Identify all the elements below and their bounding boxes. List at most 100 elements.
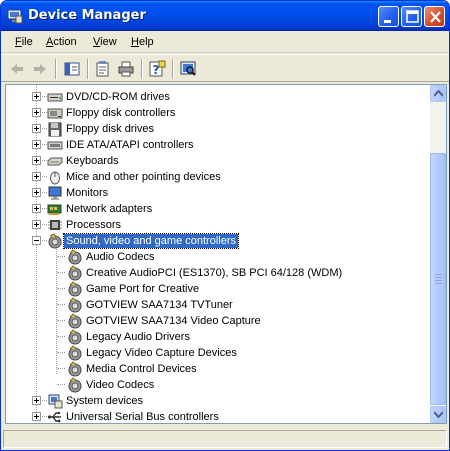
tree-device[interactable]: Legacy Video Capture Devices — [6, 345, 430, 361]
collapse-icon[interactable] — [32, 236, 41, 245]
properties-icon[interactable] — [93, 59, 113, 79]
tree-category[interactable]: Keyboards — [6, 153, 430, 169]
maximize-button[interactable] — [401, 6, 422, 27]
toolbar-separator — [87, 59, 89, 79]
expand-icon[interactable] — [32, 412, 41, 421]
tree-item-label[interactable]: Keyboards — [66, 154, 119, 168]
console-tree-icon[interactable] — [62, 59, 82, 79]
network-adapter-icon — [47, 201, 63, 217]
tree-item-label[interactable]: Processors — [66, 218, 121, 232]
expand-icon[interactable] — [32, 156, 41, 165]
tree-item-label[interactable]: Floppy disk controllers — [66, 106, 175, 120]
mouse-icon — [47, 169, 63, 185]
device-icon — [67, 345, 83, 361]
menu-action[interactable]: Action — [46, 36, 77, 48]
tree-device[interactable]: Legacy Audio Drivers — [6, 329, 430, 345]
device-icon — [67, 281, 83, 297]
floppy-drive-icon — [47, 121, 63, 137]
sound-icon — [47, 233, 63, 249]
help-icon[interactable]: ? — [147, 59, 167, 79]
expand-icon[interactable] — [32, 172, 41, 181]
tree-device[interactable]: Video Codecs — [6, 377, 430, 393]
tree-device[interactable]: GOTVIEW SAA7134 TVTuner — [6, 297, 430, 313]
tree-item-label[interactable]: GOTVIEW SAA7134 Video Capture — [86, 314, 261, 328]
tree-item-label[interactable]: Mice and other pointing devices — [66, 170, 221, 184]
tree-category[interactable]: System devices — [6, 393, 430, 409]
status-pane — [3, 430, 447, 448]
tree-item-label[interactable]: Universal Serial Bus controllers — [66, 410, 219, 423]
ide-controller-icon — [47, 137, 63, 153]
tree-category[interactable]: Floppy disk drives — [6, 121, 430, 137]
device-icon — [67, 361, 83, 377]
tree-device[interactable]: Game Port for Creative — [6, 281, 430, 297]
floppy-controller-icon — [47, 105, 63, 121]
forward-arrow-icon[interactable] — [30, 59, 50, 79]
tree-category[interactable]: Network adapters — [6, 201, 430, 217]
expand-icon[interactable] — [32, 124, 41, 133]
expand-icon[interactable] — [32, 396, 41, 405]
device-manager-app-icon[interactable] — [7, 8, 23, 24]
back-arrow-icon[interactable] — [7, 59, 27, 79]
tree-item-label[interactable]: Game Port for Creative — [86, 282, 199, 296]
tree-connector — [57, 352, 65, 353]
tree-item-label[interactable]: Monitors — [66, 186, 108, 200]
expand-icon[interactable] — [32, 220, 41, 229]
tree-item-label[interactable]: Media Control Devices — [86, 362, 197, 376]
tree-item-label[interactable]: Legacy Video Capture Devices — [86, 346, 237, 360]
print-icon[interactable] — [116, 59, 136, 79]
tree-category[interactable]: Floppy disk controllers — [6, 105, 430, 121]
expand-icon[interactable] — [32, 204, 41, 213]
menu-view[interactable]: View — [93, 36, 117, 48]
toolbar-separator — [172, 59, 174, 79]
tree-item-label[interactable]: Floppy disk drives — [66, 122, 154, 136]
toolbar: ? — [1, 54, 449, 82]
tree-category-expanded[interactable]: Sound, video and game controllers — [6, 233, 430, 249]
vertical-scrollbar[interactable] — [430, 85, 446, 423]
device-icon — [67, 329, 83, 345]
device-manager-window: Device Manager File Action View Help ? D… — [0, 0, 450, 451]
tree-category[interactable]: IDE ATA/ATAPI controllers — [6, 137, 430, 153]
scroll-thumb[interactable] — [430, 153, 446, 405]
scroll-up-button[interactable] — [430, 85, 446, 102]
tree-item-label[interactable]: System devices — [66, 394, 143, 408]
expand-icon[interactable] — [32, 92, 41, 101]
menu-help[interactable]: Help — [131, 36, 154, 48]
tree-category[interactable]: DVD/CD-ROM drives — [6, 89, 430, 105]
tree-item-label[interactable]: GOTVIEW SAA7134 TVTuner — [86, 298, 233, 312]
scan-hardware-icon[interactable] — [178, 59, 198, 79]
tree-connector — [57, 320, 65, 321]
scroll-grip — [435, 277, 442, 278]
minimize-button[interactable] — [378, 6, 399, 27]
expand-icon[interactable] — [32, 108, 41, 117]
tree-category[interactable]: Processors — [6, 217, 430, 233]
menu-file[interactable]: File — [15, 36, 33, 48]
tree-item-label[interactable]: Creative AudioPCI (ES1370), SB PCI 64/12… — [86, 266, 342, 280]
tree-connector — [57, 368, 65, 369]
menu-bar: File Action View Help — [1, 31, 449, 53]
tree-category[interactable]: Monitors — [6, 185, 430, 201]
device-icon — [67, 249, 83, 265]
scroll-down-button[interactable] — [430, 406, 446, 423]
tree-device[interactable]: Audio Codecs — [6, 249, 430, 265]
expand-icon[interactable] — [32, 140, 41, 149]
device-tree[interactable]: DVD/CD-ROM drives Floppy disk controllers… — [6, 85, 430, 423]
selected-category-label[interactable]: Sound, video and game controllers — [63, 233, 239, 249]
expand-icon[interactable] — [32, 188, 41, 197]
tree-item-label[interactable]: Network adapters — [66, 202, 152, 216]
tree-connector — [57, 304, 65, 305]
tree-device[interactable]: GOTVIEW SAA7134 Video Capture — [6, 313, 430, 329]
tree-item-label[interactable]: Video Codecs — [86, 378, 154, 392]
tree-device[interactable]: Creative AudioPCI (ES1370), SB PCI 64/12… — [6, 265, 430, 281]
processor-icon — [47, 217, 63, 233]
tree-item-label[interactable]: Audio Codecs — [86, 250, 155, 264]
close-button[interactable] — [424, 6, 445, 27]
tree-category[interactable]: Mice and other pointing devices — [6, 169, 430, 185]
tree-item-label[interactable]: DVD/CD-ROM drives — [66, 90, 170, 104]
title-bar[interactable]: Device Manager — [1, 1, 449, 31]
device-tree-panel: DVD/CD-ROM drives Floppy disk controllers… — [5, 84, 447, 424]
tree-item-label[interactable]: IDE ATA/ATAPI controllers — [66, 138, 194, 152]
tree-device[interactable]: Media Control Devices — [6, 361, 430, 377]
tree-category[interactable]: Universal Serial Bus controllers — [6, 409, 430, 423]
tree-item-label[interactable]: Legacy Audio Drivers — [86, 330, 190, 344]
tree-connector — [57, 288, 65, 289]
